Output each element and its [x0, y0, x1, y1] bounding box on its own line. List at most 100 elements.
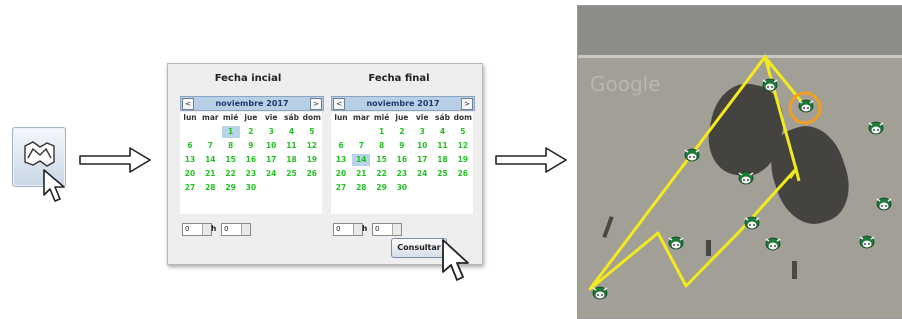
end-day-cell[interactable]: 28 — [352, 182, 370, 194]
start-day-cell[interactable]: 2 — [242, 126, 260, 138]
start-minute-stepper[interactable] — [241, 224, 250, 235]
start-day-cell[interactable]: 13 — [181, 154, 199, 166]
start-weekday-label: lun — [183, 113, 197, 122]
cow-icon[interactable] — [796, 97, 816, 113]
end-day-cell[interactable]: 10 — [413, 140, 431, 152]
cow-icon[interactable] — [682, 146, 702, 162]
start-day-cell[interactable]: 5 — [303, 126, 321, 138]
start-day-cell[interactable]: 14 — [201, 154, 219, 166]
cow-icon[interactable] — [666, 234, 686, 250]
end-day-cell[interactable]: 29 — [373, 182, 391, 194]
start-prev-month-button[interactable]: < — [182, 98, 194, 110]
start-day-cell[interactable]: 18 — [283, 154, 301, 166]
start-day-cell[interactable]: 25 — [283, 168, 301, 180]
end-day-cell[interactable]: 7 — [352, 140, 370, 152]
cow-icon[interactable] — [736, 169, 756, 185]
cow-icon[interactable] — [874, 195, 894, 211]
end-day-cell[interactable]: 15 — [373, 154, 391, 166]
end-minute-spinner[interactable]: 0 — [372, 223, 402, 236]
start-weekday-label: mié — [222, 113, 239, 122]
end-weekday-label: mié — [373, 113, 390, 122]
start-day-cell[interactable]: 27 — [181, 182, 199, 194]
start-day-cell[interactable]: 7 — [201, 140, 219, 152]
start-day-cell[interactable]: 20 — [181, 168, 199, 180]
end-day-cell[interactable]: 5 — [454, 126, 472, 138]
cow-icon[interactable] — [857, 233, 877, 249]
end-minute-value: 0 — [375, 225, 380, 233]
start-day-cell[interactable]: 17 — [262, 154, 280, 166]
end-day-cell[interactable]: 14 — [352, 154, 371, 166]
end-day-cell[interactable]: 1 — [373, 126, 391, 138]
end-day-cell[interactable]: 6 — [332, 140, 350, 152]
start-hour-spinner[interactable]: 0 — [182, 223, 212, 236]
end-day-cell[interactable]: 18 — [434, 154, 452, 166]
start-date-title: Fecha incial — [214, 73, 282, 84]
start-day-cell[interactable]: 4 — [283, 126, 301, 138]
end-day-cell[interactable]: 26 — [454, 168, 472, 180]
end-day-cell[interactable]: 4 — [434, 126, 452, 138]
end-day-cell[interactable]: 21 — [352, 168, 370, 180]
end-day-cell[interactable]: 20 — [332, 168, 350, 180]
start-day-cell[interactable]: 22 — [222, 168, 240, 180]
start-day-cell[interactable]: 26 — [303, 168, 321, 180]
start-month-header: < noviembre 2017 > — [180, 96, 324, 111]
end-day-cell[interactable]: 25 — [434, 168, 452, 180]
right-arrow-icon — [495, 147, 567, 173]
start-hour-value: 0 — [185, 225, 190, 233]
start-day-cell[interactable]: 12 — [303, 140, 321, 152]
start-day-cell[interactable]: 9 — [242, 140, 260, 152]
consultar-button[interactable]: Consultar — [391, 238, 447, 258]
start-month-label: noviembre 2017 — [215, 99, 289, 108]
cow-icon[interactable] — [866, 119, 886, 135]
satellite-map[interactable]: Google — [577, 5, 902, 319]
end-weekday-label: sáb — [435, 113, 450, 122]
end-day-cell[interactable]: 30 — [393, 182, 411, 194]
start-day-cell[interactable]: 3 — [262, 126, 280, 138]
start-day-cell[interactable]: 1 — [221, 126, 240, 138]
end-day-cell[interactable]: 22 — [373, 168, 391, 180]
start-day-cell[interactable]: 23 — [242, 168, 260, 180]
end-day-cell[interactable]: 12 — [454, 140, 472, 152]
start-day-cell[interactable]: 11 — [283, 140, 301, 152]
start-day-cell[interactable]: 30 — [242, 182, 260, 194]
start-weekday-label: sáb — [284, 113, 299, 122]
end-day-cell[interactable]: 9 — [393, 140, 411, 152]
end-day-cell[interactable]: 17 — [413, 154, 431, 166]
end-day-cell[interactable]: 23 — [393, 168, 411, 180]
end-day-grid: lun mar mié jue vie sáb dom 1 2 3 4 5 6 7 8 9 10 11 12 13 14… — [331, 112, 473, 214]
end-day-cell[interactable]: 2 — [393, 126, 411, 138]
end-day-cell[interactable]: 24 — [413, 168, 431, 180]
start-day-cell[interactable]: 19 — [303, 154, 321, 166]
start-day-grid: lun mar mié jue vie sáb dom 1 2 3 4 5 6 7 8 9 10 11 12 13 14… — [180, 112, 322, 214]
end-hour-stepper[interactable] — [353, 224, 362, 235]
start-day-cell[interactable]: 8 — [222, 140, 240, 152]
end-day-cell[interactable]: 13 — [332, 154, 350, 166]
start-next-month-button[interactable]: > — [310, 98, 322, 110]
end-day-cell[interactable]: 8 — [373, 140, 391, 152]
start-day-cell[interactable]: 16 — [242, 154, 260, 166]
start-day-cell[interactable]: 29 — [222, 182, 240, 194]
start-day-cell[interactable]: 21 — [201, 168, 219, 180]
start-minute-spinner[interactable]: 0 — [221, 223, 251, 236]
start-hour-stepper[interactable] — [202, 224, 211, 235]
end-day-cell[interactable]: 19 — [454, 154, 472, 166]
cow-icon[interactable] — [760, 76, 780, 92]
end-prev-month-button[interactable]: < — [333, 98, 345, 110]
start-day-cell[interactable]: 24 — [262, 168, 280, 180]
end-day-cell[interactable]: 27 — [332, 182, 350, 194]
start-day-cell[interactable]: 10 — [262, 140, 280, 152]
start-minute-value: 0 — [224, 225, 229, 233]
end-day-cell[interactable]: 11 — [434, 140, 452, 152]
cow-icon[interactable] — [590, 284, 610, 300]
end-day-cell[interactable]: 3 — [413, 126, 431, 138]
end-next-month-button[interactable]: > — [461, 98, 473, 110]
end-minute-stepper[interactable] — [392, 224, 401, 235]
start-hour-suffix: h — [211, 224, 217, 233]
end-hour-spinner[interactable]: 0 — [333, 223, 363, 236]
start-day-cell[interactable]: 15 — [222, 154, 240, 166]
cow-icon[interactable] — [742, 214, 762, 230]
start-day-cell[interactable]: 6 — [181, 140, 199, 152]
start-day-cell[interactable]: 28 — [201, 182, 219, 194]
end-day-cell[interactable]: 16 — [393, 154, 411, 166]
cow-icon[interactable] — [763, 235, 783, 251]
